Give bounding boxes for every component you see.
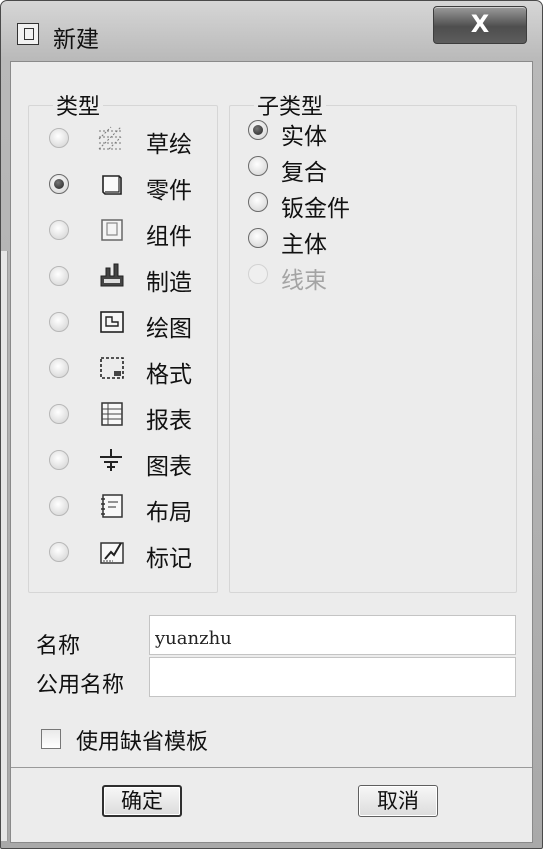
manufacturing-icon [100, 263, 124, 287]
radio-button[interactable] [49, 312, 69, 332]
radio-button[interactable] [248, 228, 268, 248]
radio-button[interactable] [248, 192, 268, 212]
type-option-label: 草绘 [146, 132, 192, 158]
button-separator [11, 767, 532, 768]
title-bar[interactable]: 新建 X [1, 1, 542, 61]
cancel-button[interactable]: 取消 [358, 785, 438, 817]
subtype-option-label: 钣金件 [281, 196, 350, 222]
radio-button[interactable] [49, 496, 69, 516]
subtype-option-label: 复合 [281, 160, 327, 186]
subtype-option-label: 主体 [281, 232, 327, 258]
type-option-label: 图表 [146, 454, 192, 480]
name-input[interactable] [149, 615, 516, 655]
diagram-icon [100, 449, 122, 471]
subtype-group: 子类型 [229, 89, 517, 593]
radio-button[interactable] [49, 128, 69, 148]
common-name-input[interactable] [149, 657, 516, 697]
type-option-label: 布局 [146, 500, 192, 526]
type-option-label: 格式 [146, 362, 192, 388]
layout-icon [101, 494, 123, 518]
dialog-body: 类型 草绘 零件 组件 制造 绘图 格式 报表 图表 布局 标记 子类型 实体 … [10, 61, 533, 843]
type-option-label: 组件 [146, 224, 192, 250]
radio-button-disabled [248, 264, 268, 284]
type-option-label: 制造 [146, 270, 192, 296]
type-option-label: 绘图 [146, 316, 192, 342]
subtype-option-label: 线束 [281, 268, 327, 294]
common-name-label: 公用名称 [36, 673, 125, 698]
radio-button[interactable] [49, 450, 69, 470]
assembly-icon [101, 219, 123, 241]
sketch-icon [98, 126, 122, 150]
radio-button[interactable] [49, 404, 69, 424]
name-label: 名称 [36, 634, 81, 659]
radio-button[interactable] [49, 266, 69, 286]
window-edge [1, 251, 8, 841]
markup-icon [100, 542, 124, 564]
subtype-option-label: 实体 [281, 124, 327, 150]
radio-button[interactable] [49, 220, 69, 240]
type-option-label: 报表 [146, 408, 192, 434]
part-icon [102, 175, 122, 195]
radio-button-selected[interactable] [49, 174, 69, 194]
close-button[interactable]: X [433, 6, 527, 44]
format-icon [100, 357, 124, 379]
radio-button[interactable] [248, 156, 268, 176]
report-icon [101, 402, 123, 426]
window-icon [17, 23, 39, 45]
use-default-template-checkbox[interactable] [41, 729, 61, 749]
window-title: 新建 [53, 27, 99, 53]
radio-button[interactable] [49, 358, 69, 378]
radio-button-selected[interactable] [248, 120, 268, 140]
use-default-template-label: 使用缺省模板 [76, 730, 209, 755]
new-file-dialog: 新建 X 类型 草绘 零件 组件 制造 绘图 格式 报表 图表 布局 标记 子类… [0, 0, 543, 849]
ok-button[interactable]: 确定 [102, 785, 182, 817]
radio-button[interactable] [49, 542, 69, 562]
type-option-label: 零件 [146, 178, 192, 204]
type-group-label: 类型 [56, 95, 101, 120]
type-option-label: 标记 [146, 546, 192, 572]
drawing-icon [100, 311, 124, 333]
